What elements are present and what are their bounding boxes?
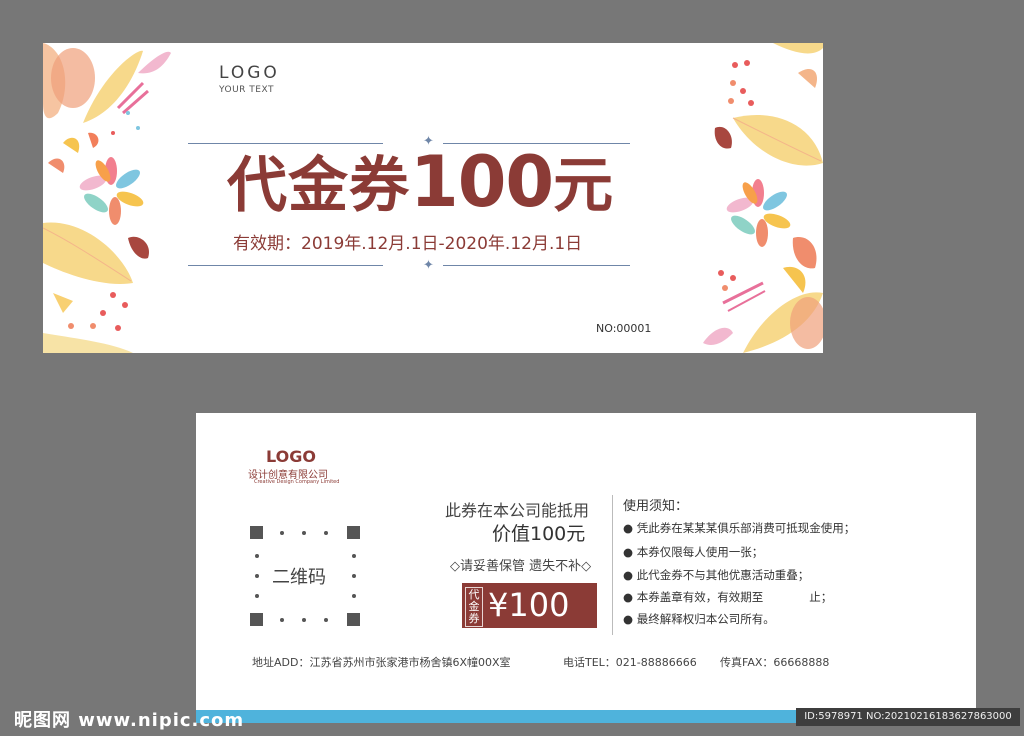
amount-stamp: 代金券 ¥100 [462,583,597,628]
qr-corner [347,526,360,539]
qr-corner [250,526,263,539]
phone: 电话TEL：021-88886666 [563,656,697,669]
star-icon: ✦ [423,258,434,273]
divider-top-left [188,143,383,144]
notice-item: ● 凭此券在某某某俱乐部消费可抵现金使用； [623,521,856,535]
notice-title: 使用须知： [623,499,689,514]
floral-decoration-right [703,43,823,353]
serial-number: NO:00001 [596,322,652,335]
stamp-tag: 代金券 [465,587,483,627]
fax: 传真FAX：66668888 [720,656,830,669]
notice-item: ● 本券盖章有效，有效期至 止； [623,590,833,604]
vertical-divider [612,495,613,635]
title-text: 代金券 [227,151,410,221]
divider-bottom-right [443,265,630,266]
validity-period: 有效期：2019年.12月.1日-2020年.12月.1日 [233,234,583,254]
front-logo-subtext: YOUR TEXT [219,85,274,95]
back-logo: LOGO [266,447,316,466]
voucher-back: LOGO 设计创意有限公司 Creative Design Company Li… [196,413,976,723]
address: 地址ADD：江苏省苏州市张家港市杨舍镇6X幢00X室 [252,656,511,669]
front-logo: LOGO [219,63,280,83]
stamp-amount: ¥100 [488,586,570,624]
qr-corner [347,613,360,626]
offer-line-2: 价值100元 [492,523,586,545]
watermark-id: ID:5978971 NO:20210216183627863000 [796,708,1020,726]
title-amount: 100 [410,141,554,223]
floral-decoration-left [43,43,171,353]
voucher-front: LOGO YOUR TEXT ✦ 代金券100元 有效期：2019年.12月.1… [43,43,823,353]
qr-label: 二维码 [272,567,326,588]
voucher-title: 代金券100元 [227,145,614,223]
divider-bottom-left [188,265,383,266]
notice-item: ● 最终解释权归本公司所有。 [623,612,775,626]
company-name-en: Creative Design Company Limited [254,479,340,485]
qr-corner [250,613,263,626]
watermark-site: 昵图网 www.nipic.com [14,710,245,731]
notice-item: ● 此代金券不与其他优惠活动重叠； [623,568,810,582]
keep-note: ◇请妥善保管 遗失不补◇ [450,559,592,574]
notice-item: ● 本券仅限每人使用一张； [623,545,764,559]
offer-line-1: 此券在本公司能抵用 [445,501,590,520]
title-unit: 元 [553,151,615,221]
